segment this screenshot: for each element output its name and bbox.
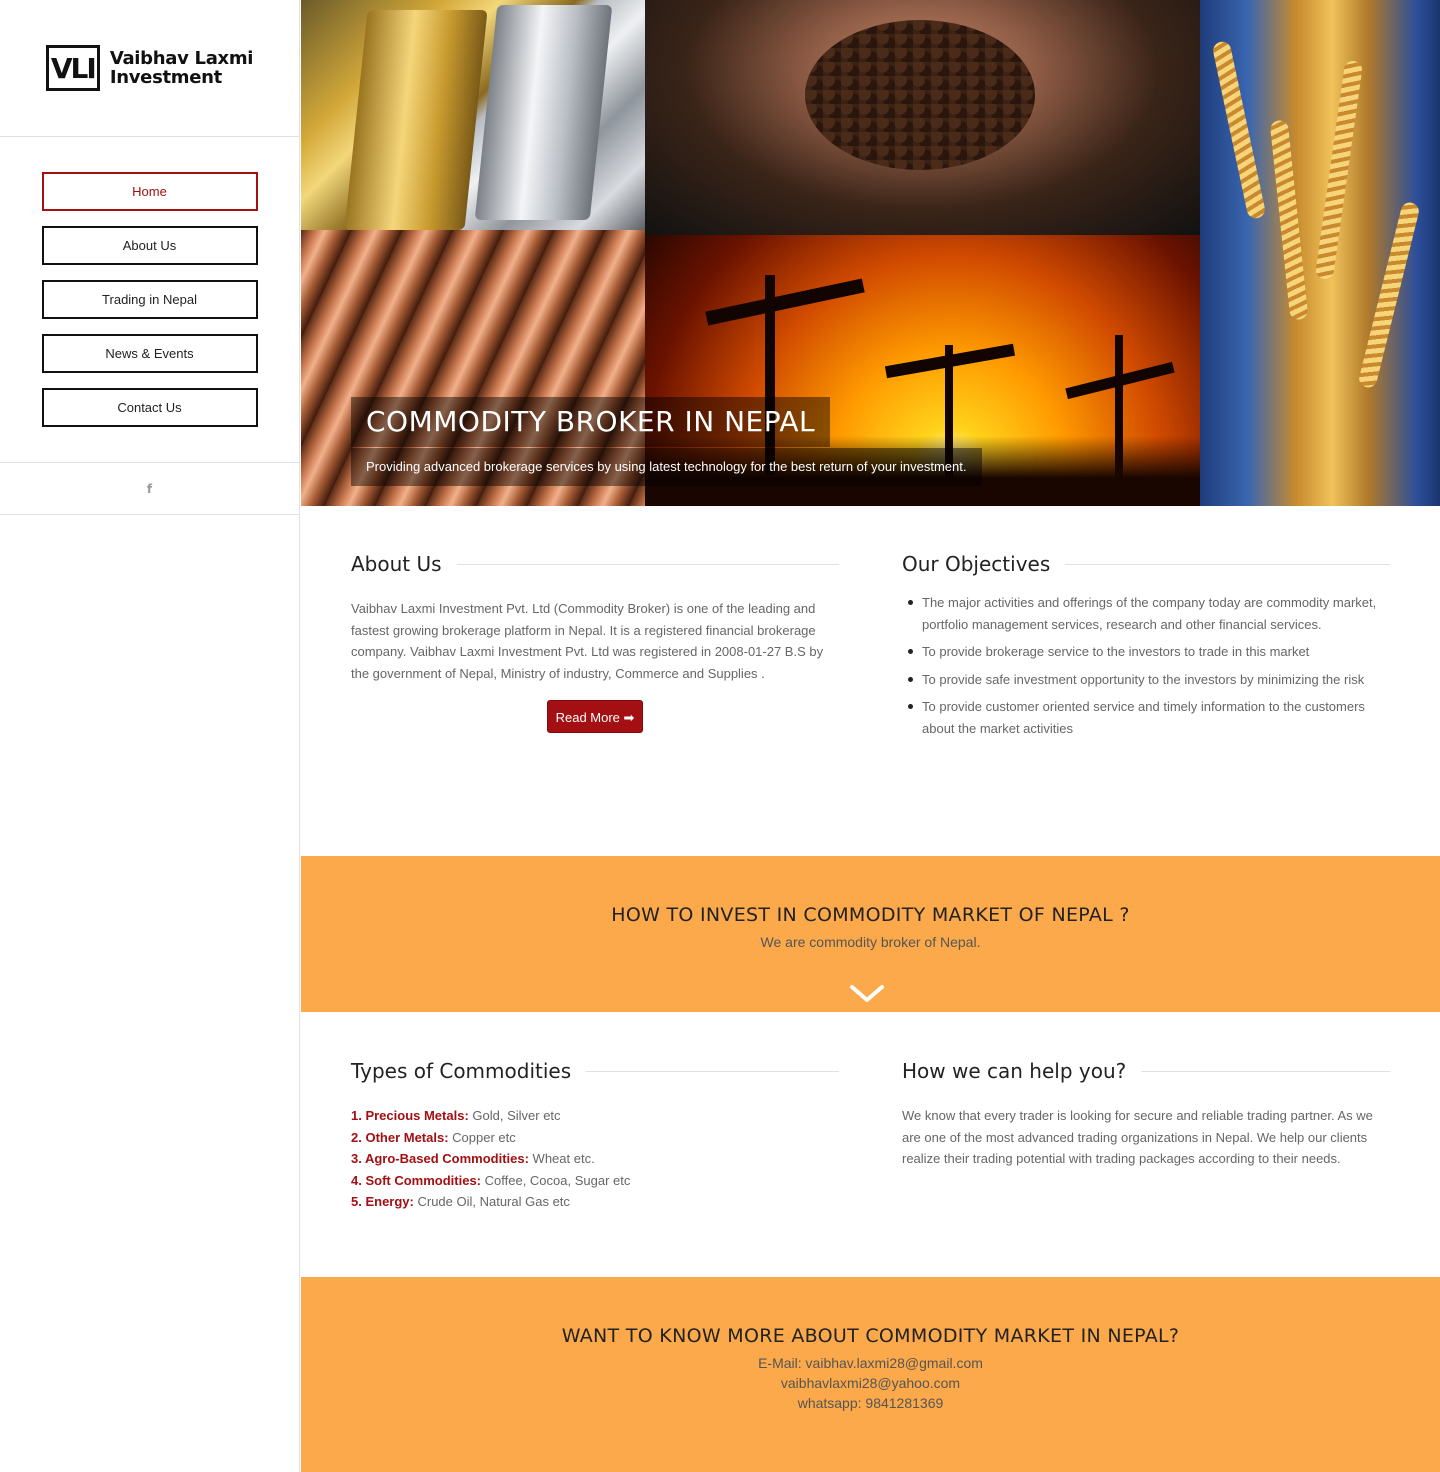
commodity-value: Gold, Silver etc (468, 1108, 561, 1123)
commodity-item: 3. Agro-Based Commodities: Wheat etc. (351, 1148, 839, 1170)
main-nav: Home About Us Trading in Nepal News & Ev… (0, 137, 299, 427)
list-item: To provide safe investment opportunity t… (908, 669, 1390, 691)
contact-band-title: WANT TO KNOW MORE ABOUT COMMODITY MARKET… (561, 1325, 1180, 1347)
contact-band: WANT TO KNOW MORE ABOUT COMMODITY MARKET… (301, 1277, 1440, 1472)
objectives-heading: Our Objectives (902, 552, 1051, 576)
nav-item-home[interactable]: Home (41, 172, 258, 211)
invest-band-subtitle: We are commodity broker of Nepal. (760, 934, 981, 950)
about-text: Vaibhav Laxmi Investment Pvt. Ltd (Commo… (351, 601, 824, 681)
wheat-stalk-graphic-4 (1357, 200, 1421, 390)
commodity-value: Crude Oil, Natural Gas etc (413, 1194, 570, 1209)
logo-name-line1: Vaibhav Laxmi (109, 48, 254, 69)
nav-item-about-us[interactable]: About Us (41, 226, 258, 265)
hero-image-wheat (1200, 0, 1440, 506)
commodity-key: 1. Precious Metals: (351, 1108, 469, 1123)
hero-subtitle: Providing advanced brokerage services by… (351, 448, 982, 486)
read-more-button[interactable]: Read More ➡ (547, 700, 643, 733)
about-column: About Us Vaibhav Laxmi Investment Pvt. L… (351, 552, 839, 733)
contact-whatsapp[interactable]: whatsapp: 9841281369 (301, 1393, 1440, 1413)
gold-bar-graphic (344, 10, 488, 230)
nav-item-news-events[interactable]: News & Events (41, 334, 258, 373)
commodity-item: 2. Other Metals: Copper etc (351, 1127, 839, 1149)
logo-text: Vaibhav Laxmi Investment (109, 48, 254, 88)
hero-slider: COMMODITY BROKER IN NEPAL Providing adva… (301, 0, 1440, 506)
objectives-heading-row: Our Objectives (902, 552, 1390, 576)
heading-divider (456, 563, 839, 565)
help-text: We know that every trader is looking for… (902, 1108, 1373, 1166)
contact-email-2[interactable]: vaibhavlaxmi28@yahoo.com (301, 1373, 1440, 1393)
commodities-column: Types of Commodities 1. Precious Metals:… (351, 1059, 839, 1213)
list-item: To provide brokerage service to the inve… (908, 641, 1390, 663)
commodities-heading-row: Types of Commodities (351, 1059, 839, 1083)
hero-title: COMMODITY BROKER IN NEPAL (351, 397, 831, 447)
wheat-stalk-graphic-3 (1314, 59, 1364, 281)
logo-area: VLI Vaibhav Laxmi Investment (0, 0, 299, 137)
about-heading-row: About Us (351, 552, 839, 576)
heading-divider (1065, 563, 1390, 565)
objectives-list: The major activities and offerings of th… (902, 592, 1390, 739)
pump-arm-graphic (705, 278, 865, 326)
hero-image-gold-silver (301, 0, 645, 230)
commodities-heading: Types of Commodities (351, 1059, 572, 1083)
commodity-value: Wheat etc. (528, 1151, 595, 1166)
commodity-item: 5. Energy: Crude Oil, Natural Gas etc (351, 1191, 839, 1213)
logo-mark: VLI (45, 45, 100, 91)
help-heading-row: How we can help you? (902, 1059, 1390, 1083)
commodity-item: 1. Precious Metals: Gold, Silver etc (351, 1105, 839, 1127)
invest-band: HOW TO INVEST IN COMMODITY MARKET OF NEP… (301, 856, 1440, 1012)
hero-image-coffee (645, 0, 1200, 235)
coffee-beans-graphic (805, 20, 1035, 170)
silver-bar-graphic (474, 5, 613, 220)
list-item: To provide customer oriented service and… (908, 696, 1390, 739)
commodity-key: 5. Energy: (351, 1194, 414, 1209)
commodity-key: 3. Agro-Based Commodities: (351, 1151, 529, 1166)
site-logo[interactable]: VLI Vaibhav Laxmi Investment (45, 45, 254, 91)
commodity-item: 4. Soft Commodities: Coffee, Cocoa, Suga… (351, 1170, 839, 1192)
wheat-stalk-graphic-2 (1269, 119, 1309, 321)
wheat-stalk-graphic (1211, 40, 1267, 220)
chevron-down-icon[interactable] (849, 984, 885, 1004)
logo-name-line2: Investment (109, 67, 222, 88)
commodities-help-section: Types of Commodities 1. Precious Metals:… (301, 1059, 1440, 1239)
commodity-value: Coffee, Cocoa, Sugar etc (481, 1172, 631, 1188)
nav-item-trading-in-nepal[interactable]: Trading in Nepal (41, 280, 258, 319)
about-objectives-section: About Us Vaibhav Laxmi Investment Pvt. L… (301, 552, 1440, 812)
heading-divider (586, 1070, 839, 1072)
sidebar: VLI Vaibhav Laxmi Investment Home About … (0, 0, 300, 1472)
help-heading: How we can help you? (902, 1059, 1127, 1083)
help-column: How we can help you? We know that every … (902, 1059, 1390, 1170)
nav-item-contact-us[interactable]: Contact Us (41, 388, 258, 427)
heading-divider (1141, 1070, 1390, 1072)
social-links: f (0, 462, 299, 515)
objectives-column: Our Objectives The major activities and … (902, 552, 1390, 745)
invest-band-title: HOW TO INVEST IN COMMODITY MARKET OF NEP… (611, 904, 1130, 926)
about-heading: About Us (351, 552, 442, 576)
facebook-icon[interactable]: f (147, 482, 152, 496)
list-item: The major activities and offerings of th… (908, 592, 1390, 635)
commodity-key: 4. Soft Commodities: (351, 1172, 482, 1188)
contact-email[interactable]: E-Mail: vaibhav.laxmi28@gmail.com (301, 1353, 1440, 1373)
commodity-value: Copper etc (448, 1129, 516, 1145)
commodity-key: 2. Other Metals: (351, 1129, 449, 1145)
